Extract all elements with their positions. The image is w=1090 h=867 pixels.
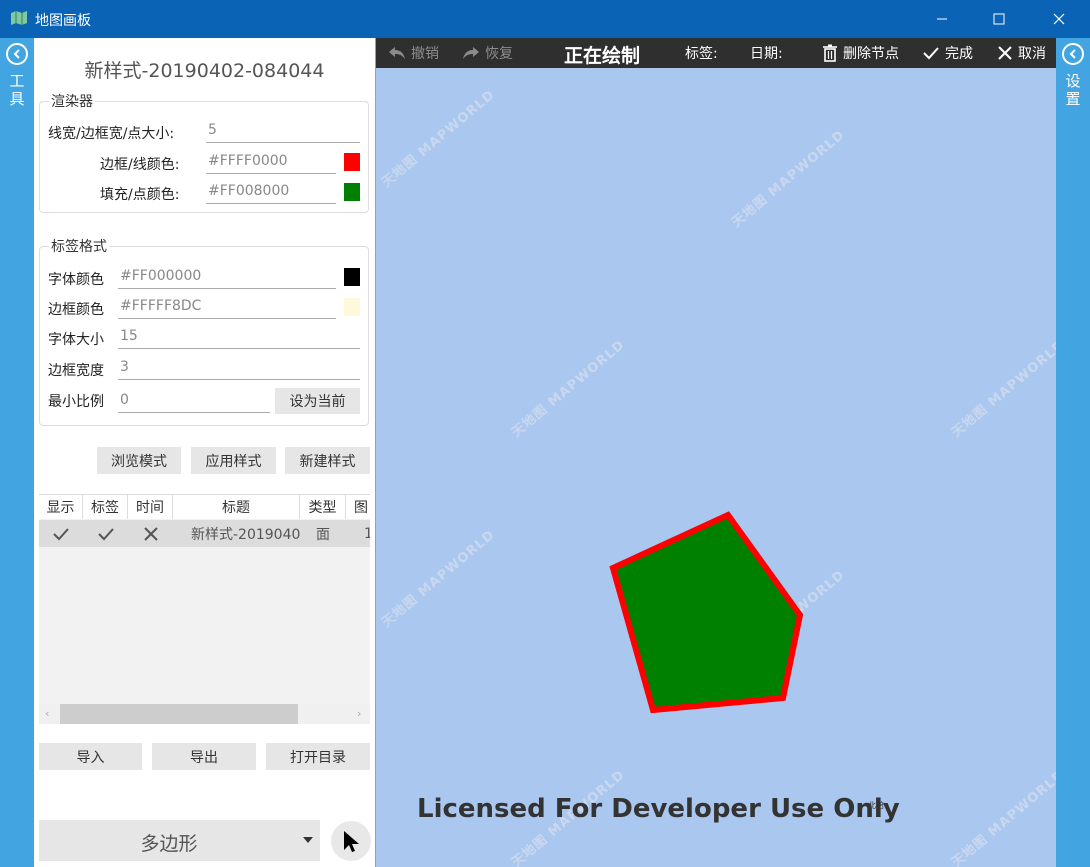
min-scale-label: 最小比例 [48, 394, 104, 410]
style-panel: 新样式-20190402-084044 渲染器 线宽/边框宽/点大小: 5 边框… [34, 38, 375, 867]
cancel-button[interactable]: 取消 [997, 43, 1046, 63]
border-width-label: 边框宽度 [48, 363, 104, 379]
tag-label: 标签: [685, 46, 718, 62]
row-extra: 1 [364, 525, 370, 542]
check-icon[interactable] [83, 520, 128, 547]
column-header-label[interactable]: 标签 [83, 495, 128, 519]
min-scale-input[interactable]: 0 [118, 391, 270, 413]
fill-color-swatch[interactable] [344, 183, 360, 201]
set-current-button[interactable]: 设为当前 [275, 388, 360, 414]
label-border-color-input[interactable]: #FFFFF8DC [118, 297, 336, 319]
label-format-group: 标签格式 字体颜色 #FF000000 边框颜色 #FFFFF8DC 字体大小 … [39, 236, 369, 426]
close-icon [998, 46, 1012, 60]
line-width-input[interactable]: 5 [206, 121, 360, 143]
tools-label: 工具 [9, 72, 25, 108]
table-row[interactable]: 新样式-2019040 面 1 [39, 520, 370, 547]
new-style-button[interactable]: 新建样式 [285, 447, 370, 474]
font-color-input[interactable]: #FF000000 [118, 267, 336, 289]
row-type: 面 [316, 526, 330, 543]
map-canvas[interactable]: 天地图 MAPWORLD 天地图 MAPWORLD 天地图 MAPWORLD 天… [375, 38, 1056, 867]
style-title: 新样式-20190402-084044 [84, 60, 325, 82]
browse-mode-button[interactable]: 浏览模式 [97, 447, 181, 474]
column-header-title[interactable]: 标题 [173, 495, 300, 519]
horizontal-scrollbar[interactable]: ‹ › [39, 704, 370, 724]
chevron-down-icon [303, 837, 313, 843]
scroll-right-icon[interactable]: › [357, 707, 361, 720]
undo-button[interactable]: 撤销 [388, 43, 439, 63]
scroll-left-icon[interactable]: ‹ [45, 707, 49, 720]
delete-node-button[interactable]: 删除节点 [822, 43, 899, 63]
import-button[interactable]: 导入 [39, 743, 142, 770]
close-button[interactable] [1036, 0, 1082, 38]
open-directory-button[interactable]: 打开目录 [266, 743, 370, 770]
scrollbar-thumb[interactable] [60, 704, 298, 724]
done-label: 完成 [945, 46, 973, 62]
label-border-color-label: 边框颜色 [48, 302, 104, 318]
window-title: 地图画板 [35, 13, 91, 29]
export-button[interactable]: 导出 [152, 743, 256, 770]
label-border-color-swatch[interactable] [344, 298, 360, 316]
cross-icon[interactable] [128, 520, 173, 547]
pointer-button[interactable] [331, 821, 371, 861]
close-icon [1053, 13, 1065, 25]
undo-icon [389, 47, 405, 59]
line-width-label: 线宽/边框宽/点大小: [48, 126, 175, 142]
fill-color-label: 填充/点颜色: [100, 187, 180, 203]
row-title: 新样式-2019040 [191, 526, 300, 543]
font-size-label: 字体大小 [48, 332, 104, 348]
drawing-status: 正在绘制 [564, 45, 641, 67]
check-icon[interactable] [39, 520, 83, 547]
fill-color-input[interactable]: #FF008000 [206, 182, 336, 204]
date-label: 日期: [750, 46, 783, 62]
tools-strip[interactable]: 工具 [0, 38, 34, 867]
chevron-left-icon[interactable] [1062, 43, 1084, 65]
check-icon [923, 47, 939, 60]
column-header-type[interactable]: 类型 [300, 495, 346, 519]
redo-label: 恢复 [485, 46, 513, 62]
font-color-swatch[interactable] [344, 268, 360, 286]
done-button[interactable]: 完成 [922, 43, 973, 63]
maximize-button[interactable] [976, 0, 1022, 38]
border-color-label: 边框/线颜色: [100, 157, 180, 173]
settings-strip[interactable]: 设置 [1056, 38, 1090, 867]
redo-button[interactable]: 恢复 [462, 43, 513, 63]
maximize-icon [993, 13, 1005, 25]
apply-style-button[interactable]: 应用样式 [191, 447, 276, 474]
delete-node-label: 删除节点 [843, 46, 899, 62]
minimize-button[interactable] [919, 0, 965, 38]
polygon-shape [609, 511, 804, 714]
minimize-icon [937, 18, 947, 20]
settings-label: 设置 [1065, 72, 1081, 108]
chevron-left-icon[interactable] [6, 43, 28, 65]
column-header-extra[interactable]: 图 [346, 495, 370, 519]
renderer-group: 渲染器 线宽/边框宽/点大小: 5 边框/线颜色: #FFFF0000 填充/点… [39, 91, 369, 213]
renderer-group-title: 渲染器 [49, 91, 95, 111]
drawing-toolbar: 撤销 恢复 正在绘制 标签: 日期: 删除节点 完成 取消 [376, 38, 1056, 68]
column-header-show[interactable]: 显示 [39, 495, 83, 519]
undo-label: 撤销 [411, 46, 439, 62]
drawn-polygon[interactable] [376, 38, 1056, 867]
map-place-label: 北碚 [868, 801, 884, 810]
style-table: 显示 标签 时间 标题 类型 图 新样式-2019040 面 1 ‹ › [39, 494, 370, 724]
title-bar: 地图画板 [0, 0, 1090, 38]
license-text: Licensed For Developer Use Only [417, 794, 900, 824]
redo-icon [463, 47, 479, 59]
shape-type-value: 多边形 [140, 833, 198, 855]
trash-icon [823, 44, 837, 62]
border-width-input[interactable]: 3 [118, 358, 360, 380]
map-icon [11, 11, 27, 25]
cursor-arrow-icon [344, 831, 359, 852]
cancel-label: 取消 [1018, 46, 1046, 62]
border-color-input[interactable]: #FFFF0000 [206, 152, 336, 174]
font-size-input[interactable]: 15 [118, 327, 360, 349]
border-color-swatch[interactable] [344, 153, 360, 171]
font-color-label: 字体颜色 [48, 272, 104, 288]
label-format-group-title: 标签格式 [49, 236, 109, 256]
shape-type-select[interactable]: 多边形 [39, 820, 320, 861]
column-header-time[interactable]: 时间 [128, 495, 173, 519]
